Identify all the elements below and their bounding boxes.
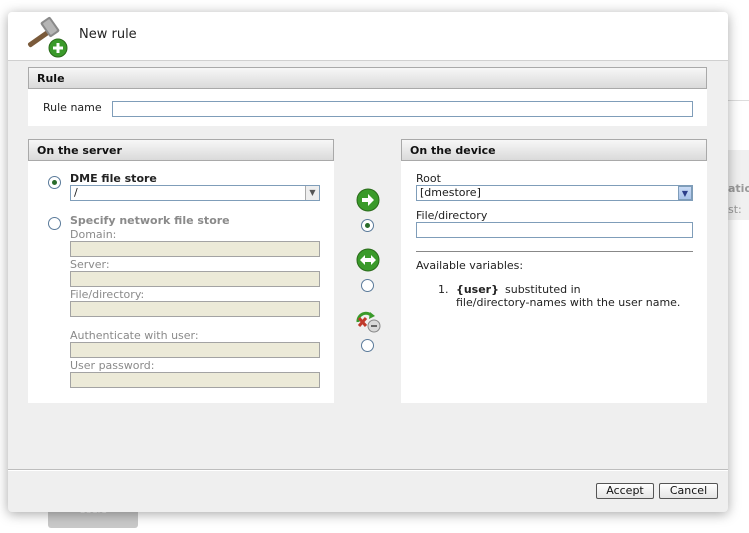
rule-section-header: Rule [28,67,707,89]
root-select[interactable]: [dmestore] ▼ [416,185,693,201]
domain-input[interactable] [70,241,320,257]
authenticate-user-input[interactable] [70,342,320,358]
user-password-input[interactable] [70,372,320,388]
device-file-directory-label: File/directory [416,209,488,222]
dme-file-store-radio[interactable] [48,176,61,189]
footer-divider-highlight [8,470,728,471]
arrow-right-icon [356,188,380,212]
direction-two-way-radio[interactable] [361,279,374,292]
server-label: Server: [70,258,110,271]
device-section-header: On the device [401,139,707,161]
network-file-store-label: Specify network file store [70,214,230,227]
rule-name-input[interactable] [112,101,693,117]
gavel-add-icon [27,16,68,58]
arrow-left-right-icon [356,248,380,272]
dialog-title: New rule [79,27,137,42]
server-section-body: DME file store / ▼ Specify network file … [28,161,334,403]
device-file-directory-input[interactable] [416,222,693,238]
dme-path-select[interactable]: / ▼ [70,185,320,201]
chevron-down-icon: ▼ [305,186,319,200]
dme-file-store-label: DME file store [70,172,157,185]
variables-divider [416,251,693,252]
available-variables-title: Available variables: [416,259,524,272]
direction-delete-radio[interactable] [361,339,374,352]
device-section-body: Root [dmestore] ▼ File/directory Availab… [401,161,707,403]
root-label: Root [416,172,441,185]
title-divider [8,60,728,61]
domain-label: Domain: [70,228,117,241]
root-value: [dmestore] [420,186,481,199]
dme-path-value: / [74,186,78,199]
cancel-button[interactable]: Cancel [659,483,718,499]
server-input[interactable] [70,271,320,287]
server-file-directory-label: File/directory: [70,288,145,301]
variable-number: 1. [438,283,449,296]
authenticate-user-label: Authenticate with user: [70,329,199,342]
variable-description-line2: file/directory-names with the user name. [456,296,681,309]
variable-name: {user} [456,283,499,296]
dialog-titlebar: New rule [8,12,728,60]
user-password-label: User password: [70,359,155,372]
variable-description-line1: substituted in [505,283,581,296]
server-file-directory-input[interactable] [70,301,320,317]
chevron-down-icon: ▼ [678,186,692,200]
server-section-header: On the server [28,139,334,161]
network-file-store-radio[interactable] [48,217,61,230]
rule-section-body: Rule name [28,89,707,126]
accept-button[interactable]: Accept [596,483,654,499]
new-rule-dialog: New rule Rule Rule name On the server DM… [8,12,728,512]
direction-to-device-radio[interactable] [361,219,374,232]
rule-name-label: Rule name [43,101,102,114]
delete-sync-icon [356,311,381,333]
